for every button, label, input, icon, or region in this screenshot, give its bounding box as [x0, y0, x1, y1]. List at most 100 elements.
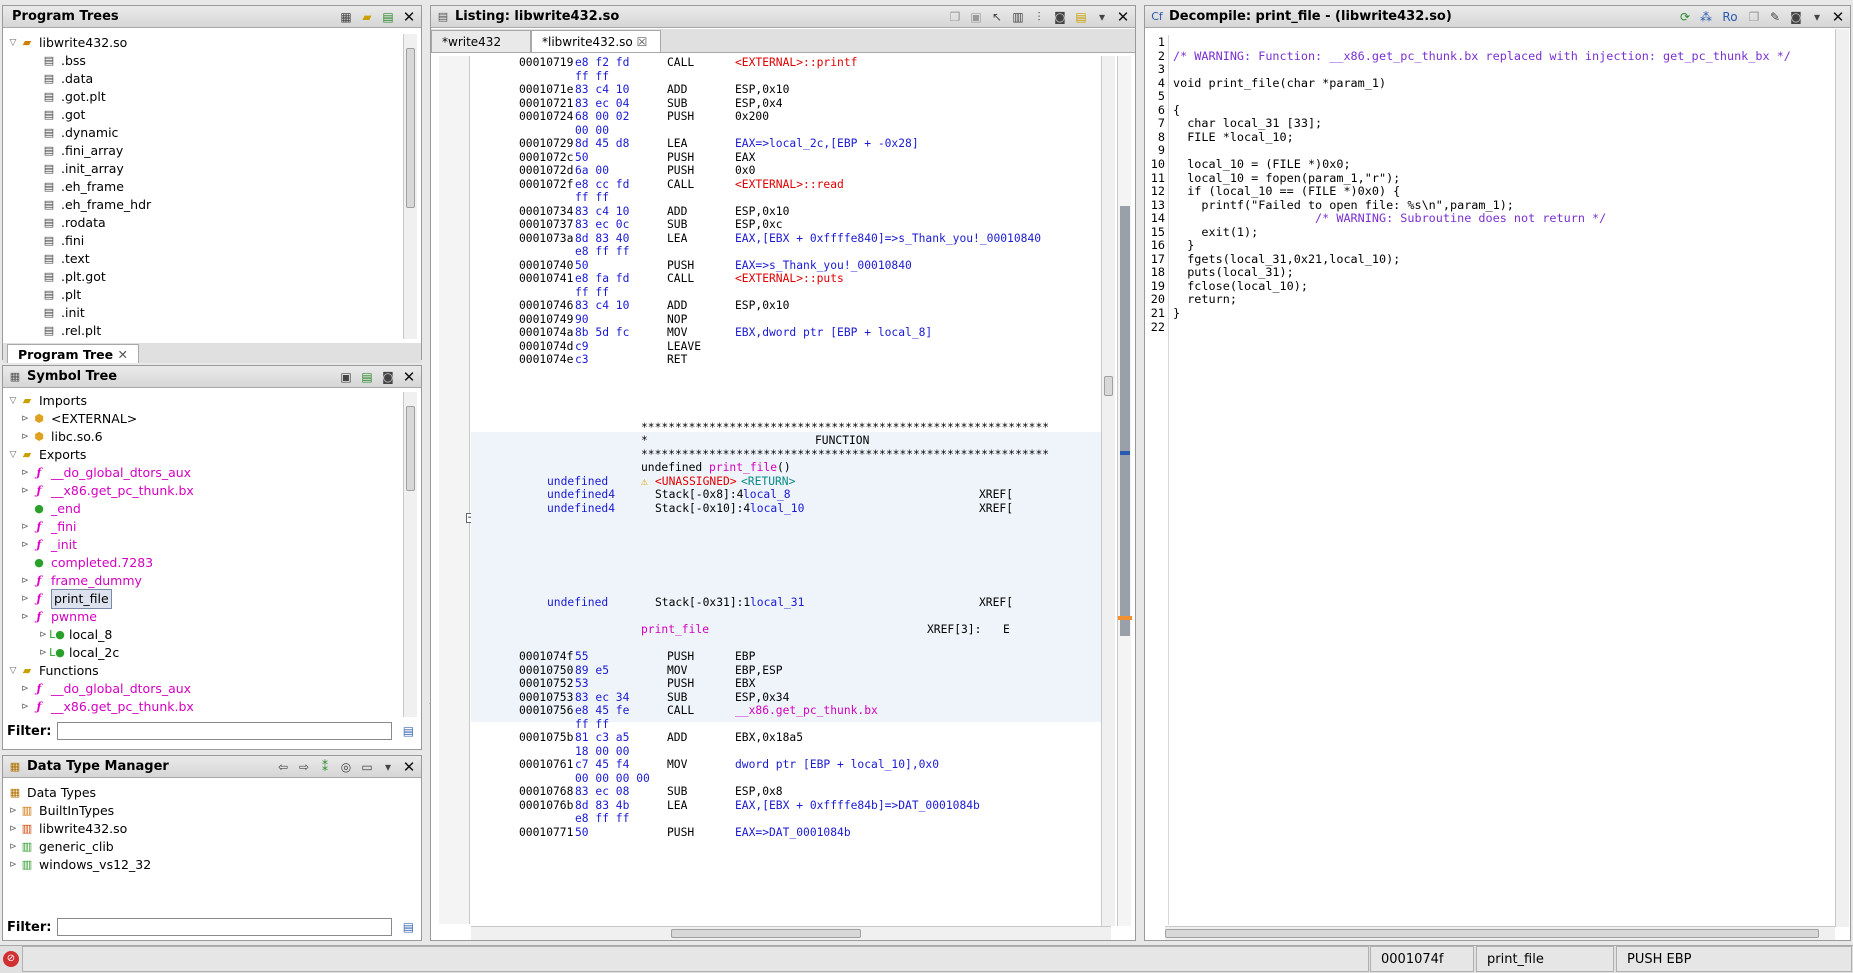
- back-arrow-icon[interactable]: ⇦: [275, 759, 291, 775]
- expand-icon[interactable]: ⊳: [19, 716, 31, 717]
- expand-icon[interactable]: ⊳: [7, 802, 19, 820]
- row-operand[interactable]: EAX,[EBX + 0xffffe840]=>s_Thank_you!_000…: [735, 232, 1041, 246]
- data-type-filter-input[interactable]: [57, 918, 393, 936]
- row-operand[interactable]: EBP,ESP: [735, 664, 783, 678]
- tree-section-item[interactable]: ▤ .got: [7, 106, 403, 124]
- menu-down-icon[interactable]: ▾: [1809, 9, 1825, 25]
- export-item[interactable]: ● completed.7283: [7, 554, 403, 572]
- tree-section-item[interactable]: ▤ .dynamic: [7, 124, 403, 142]
- expand-icon[interactable]: ⊳: [19, 518, 31, 536]
- collapse-icon[interactable]: ▽: [7, 34, 19, 52]
- code-line[interactable]: local_10 = (FILE *)0x0;: [1173, 157, 1350, 171]
- export-item[interactable]: ⊳ ƒ pwnme: [7, 608, 403, 626]
- row-operand[interactable]: EAX=>local_2c,[EBP + -0x28]: [735, 137, 919, 151]
- code-line[interactable]: printf("Failed to open file: %s\n",param…: [1173, 198, 1514, 212]
- tab-write432[interactable]: *write432: [431, 30, 531, 52]
- tree-section-item[interactable]: ▤ .eh_frame: [7, 178, 403, 196]
- exports-node[interactable]: ▽ ▰ Exports: [7, 446, 403, 464]
- tree-section-item[interactable]: ▤ .data: [7, 70, 403, 88]
- archive-icon[interactable]: ◎: [338, 759, 354, 775]
- row-operand[interactable]: ESP,0x34: [735, 691, 789, 705]
- expand-icon[interactable]: ⊳: [19, 482, 31, 500]
- row-operand[interactable]: EBX: [735, 677, 755, 691]
- tree-section-item[interactable]: ▤ .init_array: [7, 160, 403, 178]
- row-operand[interactable]: ESP,0x4: [735, 97, 783, 111]
- tree-section-item[interactable]: ▤ .got.plt: [7, 88, 403, 106]
- row-operand[interactable]: EBX,dword ptr [EBP + local_8]: [735, 326, 932, 340]
- export-item[interactable]: ⊳ ƒ __do_global_dtors_aux: [7, 464, 403, 482]
- row-operand[interactable]: 0x0: [735, 164, 755, 178]
- close-decompile-icon[interactable]: ✕: [1830, 8, 1846, 26]
- code-line[interactable]: {: [1173, 103, 1180, 117]
- row-operand[interactable]: ESP,0x10: [735, 83, 789, 97]
- local-var-xref[interactable]: XREF[: [979, 502, 1013, 516]
- row-operand[interactable]: EBP: [735, 650, 755, 664]
- close-symbol-tree-icon[interactable]: ✕: [401, 368, 417, 386]
- filter-options-icon[interactable]: ▤: [400, 919, 416, 935]
- function-item[interactable]: ⊳ƒ__x86.get_pc_thunk.dx: [7, 716, 403, 717]
- expand-icon[interactable]: ⊳: [19, 590, 31, 608]
- expand-icon[interactable]: ⊳: [7, 838, 19, 856]
- code-line[interactable]: void print_file(char *param_1): [1173, 76, 1386, 90]
- snapshot-icon[interactable]: ◙: [1052, 9, 1068, 25]
- listing-scrollbar[interactable]: [1101, 56, 1115, 926]
- data-types-root[interactable]: ▦ Data Types: [7, 784, 417, 802]
- code-line[interactable]: if (local_10 == (FILE *)0x0) {: [1173, 184, 1400, 198]
- forward-arrow-icon[interactable]: ⇨: [296, 759, 312, 775]
- code-line[interactable]: /* WARNING: Function: __x86.get_pc_thunk…: [1173, 49, 1791, 63]
- refresh-icon[interactable]: ⟳: [1677, 9, 1693, 25]
- symbol-tree-scrollbar[interactable]: [403, 392, 417, 717]
- export-item[interactable]: ● _end: [7, 500, 403, 518]
- expand-icon[interactable]: ⊳: [37, 626, 49, 644]
- tree-section-item[interactable]: ▤ .text: [7, 250, 403, 268]
- tree-section-item[interactable]: ▤ .bss: [7, 52, 403, 70]
- listing-hscrollbar[interactable]: [471, 926, 1111, 940]
- new-tree-icon[interactable]: ▤: [380, 9, 396, 25]
- field-edit-icon[interactable]: ▥: [1010, 9, 1026, 25]
- row-operand[interactable]: EAX=>s_Thank_you!_00010840: [735, 259, 912, 273]
- folder-icon[interactable]: ▰: [359, 9, 375, 25]
- tree-root[interactable]: ▽ ▰ libwrite432.so: [7, 34, 403, 52]
- close-listing-icon[interactable]: ✕: [1115, 8, 1131, 26]
- snapshot-icon[interactable]: ◙: [380, 369, 396, 385]
- local-variable-item[interactable]: ⊳ L● local_2c: [7, 644, 403, 662]
- cursor-icon[interactable]: ↖: [989, 9, 1005, 25]
- function-signature[interactable]: undefined print_file(): [641, 461, 791, 475]
- edit-icon[interactable]: ✎: [1767, 9, 1783, 25]
- row-operand[interactable]: <EXTERNAL>::read: [735, 178, 844, 192]
- import-item[interactable]: ⊳ ⬢ libc.so.6: [7, 428, 403, 446]
- decompile-hscrollbar[interactable]: [1165, 926, 1835, 940]
- code-line[interactable]: fgets(local_31,0x21,local_10);: [1173, 252, 1400, 266]
- row-operand[interactable]: EAX: [735, 151, 755, 165]
- code-line[interactable]: char local_31 [33];: [1173, 116, 1322, 130]
- expand-icon[interactable]: ⊳: [37, 644, 49, 662]
- expand-icon[interactable]: ⊳: [19, 464, 31, 482]
- row-operand[interactable]: EBX,0x18a5: [735, 731, 803, 745]
- code-line[interactable]: exit(1);: [1173, 225, 1258, 239]
- local-variable-item[interactable]: ⊳ L● local_8: [7, 626, 403, 644]
- readonly-icon[interactable]: Ro: [1719, 9, 1741, 25]
- status-error-icon[interactable]: ⊘: [3, 951, 19, 967]
- expand-icon[interactable]: ⊳: [19, 572, 31, 590]
- row-operand[interactable]: dword ptr [EBP + local_10],0x0: [735, 758, 939, 772]
- local-var-xref[interactable]: XREF[: [979, 596, 1013, 610]
- row-operand[interactable]: ESP,0x8: [735, 785, 783, 799]
- code-line[interactable]: }: [1173, 306, 1180, 320]
- row-operand[interactable]: 0x200: [735, 110, 769, 124]
- code-line[interactable]: return;: [1173, 292, 1237, 306]
- expand-icon[interactable]: ⊳: [19, 680, 31, 698]
- snapshot-icon[interactable]: ◙: [1788, 9, 1804, 25]
- graph-icon[interactable]: ⁂: [1698, 9, 1714, 25]
- collapse-icon[interactable]: ▽: [7, 662, 19, 680]
- tree-section-item[interactable]: ▤ .eh_frame_hdr: [7, 196, 403, 214]
- expand-icon[interactable]: ⊳: [19, 608, 31, 626]
- data-type-archive[interactable]: ⊳ ▥ libwrite432.so: [7, 820, 417, 838]
- row-operand[interactable]: ESP,0xc: [735, 218, 783, 232]
- functions-node[interactable]: ▽ ▰ Functions: [7, 662, 403, 680]
- arrange-icon[interactable]: ⁑: [317, 759, 333, 775]
- tree-section-item[interactable]: ▤ .plt.got: [7, 268, 403, 286]
- copy-icon[interactable]: ❐: [947, 9, 963, 25]
- decompile-scrollbar[interactable]: [1835, 29, 1849, 927]
- function-label-xref[interactable]: XREF[3]:: [927, 623, 981, 637]
- close-data-type-manager-icon[interactable]: ✕: [401, 758, 417, 776]
